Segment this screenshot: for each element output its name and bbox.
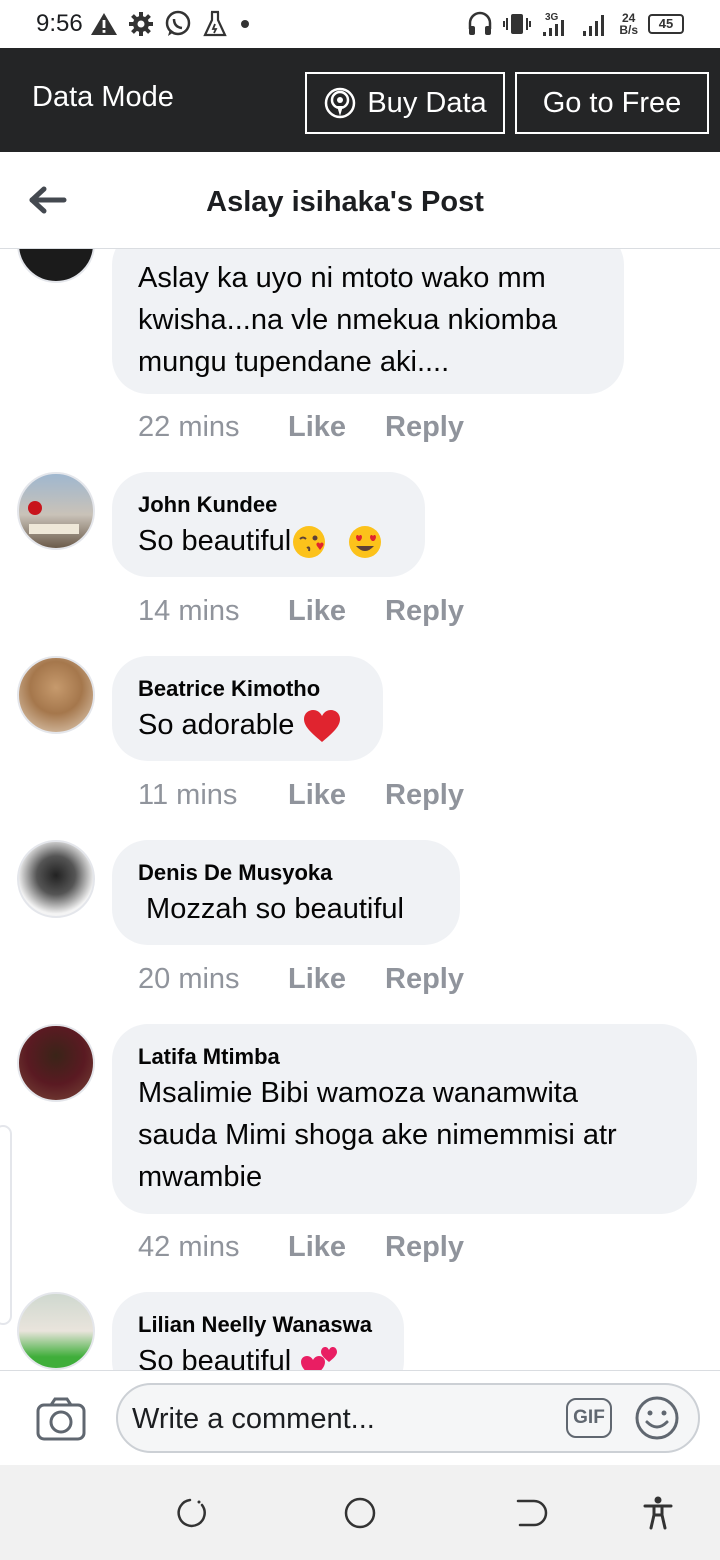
like-button[interactable]: Like <box>288 963 385 996</box>
post-header: Aslay isihaka's Post <box>0 152 720 249</box>
comments-list[interactable]: Aslay ka uyo ni mtoto wako mm kwisha...n… <box>0 249 720 1370</box>
status-left-icons <box>90 8 252 40</box>
kissing-wink-emoji <box>293 526 326 559</box>
comment-bubble[interactable]: Lilian Neelly Wanaswa So beautiful <box>112 1292 404 1370</box>
comment-time: 11 mins <box>138 779 238 811</box>
warning-icon <box>91 13 117 35</box>
accessibility-icon[interactable] <box>640 1495 676 1531</box>
avatar[interactable] <box>17 656 95 734</box>
comment-bubble[interactable]: Beatrice Kimotho So adorable <box>112 656 383 761</box>
buy-data-button[interactable]: Buy Data <box>305 72 505 134</box>
signal-3g-icon: 3G <box>543 12 565 36</box>
comment-meta: 14 mins Like Reply <box>138 595 464 628</box>
data-mode-title: Data Mode <box>32 81 174 113</box>
reply-button[interactable]: Reply <box>385 1231 464 1264</box>
comment-meta: 22 mins Like Reply <box>138 411 464 444</box>
avatar[interactable] <box>17 1024 95 1102</box>
home-icon[interactable] <box>342 1495 378 1531</box>
avatar[interactable] <box>17 249 95 283</box>
broadcast-icon <box>325 87 356 119</box>
buy-data-label: Buy Data <box>367 86 487 119</box>
comment-time: 14 mins <box>138 595 240 627</box>
status-time: 9:56 <box>36 10 83 37</box>
smile-icon <box>635 1396 679 1440</box>
status-bar: 9:56 3G 24 B/s 45 <box>0 0 720 48</box>
comment-meta: 42 mins Like Reply <box>138 1231 464 1264</box>
comment-bubble[interactable]: Aslay ka uyo ni mtoto wako mm kwisha...n… <box>112 249 624 394</box>
comment-meta: 11 mins Like Reply <box>138 779 464 812</box>
commenter-name: John Kundee <box>138 492 278 517</box>
heart-eyes-emoji <box>349 526 382 559</box>
comment-meta: 20 mins Like Reply <box>138 963 464 996</box>
like-button[interactable]: Like <box>288 779 385 812</box>
status-right-icons: 3G 24 B/s 45 <box>467 8 684 40</box>
comment-time: 20 mins <box>138 963 240 995</box>
avatar[interactable] <box>17 840 95 918</box>
like-button[interactable]: Like <box>288 411 385 444</box>
commenter-name: Denis De Musyoka <box>138 860 333 885</box>
avatar[interactable] <box>17 1292 95 1370</box>
dot-icon <box>241 20 249 28</box>
commenter-name: Lilian Neelly Wanaswa <box>138 1312 372 1337</box>
like-button[interactable]: Like <box>288 595 385 628</box>
battery-indicator: 45 <box>648 14 684 34</box>
post-title: Aslay isihaka's Post <box>206 186 484 218</box>
reply-button[interactable]: Reply <box>385 963 464 996</box>
back-icon[interactable] <box>512 1495 548 1531</box>
camera-button[interactable] <box>36 1397 86 1441</box>
red-heart-emoji <box>304 710 341 743</box>
two-hearts-emoji <box>301 1347 338 1370</box>
avatar[interactable] <box>17 472 95 550</box>
headset-icon <box>469 11 492 35</box>
signal-icon <box>583 15 605 36</box>
flask-icon <box>203 10 227 37</box>
emoji-button[interactable] <box>634 1395 680 1441</box>
whatsapp-icon <box>165 10 191 36</box>
vibrate-icon <box>503 14 532 34</box>
gif-button[interactable]: GIF <box>566 1398 612 1438</box>
comment-composer: GIF <box>0 1370 720 1465</box>
comment-bubble[interactable]: Denis De Musyoka Mozzah so beautiful <box>112 840 460 945</box>
network-speed: 24 B/s <box>619 11 638 37</box>
commenter-name: Beatrice Kimotho <box>138 676 321 701</box>
comment-time: 22 mins <box>138 411 240 443</box>
reply-button[interactable]: Reply <box>385 595 464 628</box>
reply-button[interactable]: Reply <box>385 411 464 444</box>
camera-icon <box>36 1397 86 1441</box>
reply-button[interactable]: Reply <box>385 779 464 812</box>
go-to-free-label: Go to Free <box>542 86 682 119</box>
go-to-free-button[interactable]: Go to Free <box>515 72 709 134</box>
system-nav-bar <box>0 1465 720 1560</box>
gear-icon <box>129 12 153 36</box>
comment-time: 42 mins <box>138 1231 240 1263</box>
comment-bubble[interactable]: John Kundee So beautiful <box>112 472 425 577</box>
commenter-name: Latifa Mtimba <box>138 1044 280 1069</box>
comment-box[interactable]: GIF <box>116 1383 700 1453</box>
svg-text:3G: 3G <box>545 12 559 23</box>
like-button[interactable]: Like <box>288 1231 385 1264</box>
data-mode-bar: Data Mode Buy Data Go to Free <box>0 48 720 152</box>
comment-bubble[interactable]: Latifa Mtimba Msalimie Bibi wamoza wanam… <box>112 1024 697 1214</box>
recents-icon[interactable] <box>172 1495 208 1531</box>
side-panel-handle[interactable] <box>0 1125 12 1325</box>
comment-input[interactable] <box>132 1397 552 1441</box>
